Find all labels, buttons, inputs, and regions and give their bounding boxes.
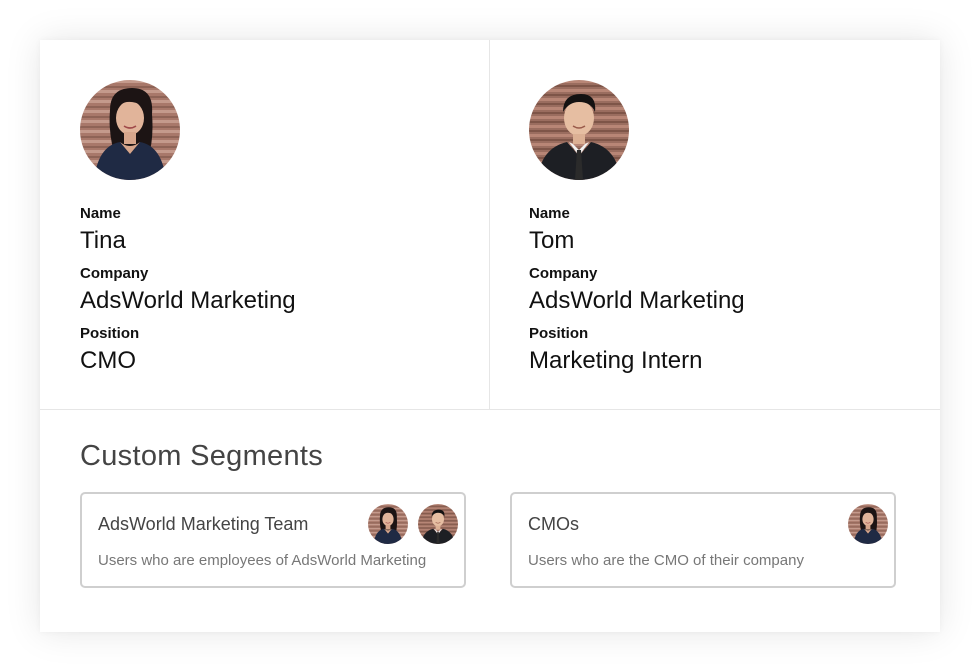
name-label: Name [529,205,570,222]
member-avatar-tina [368,504,408,544]
man-portrait-avatar [529,80,629,180]
segment-description: Users who are employees of AdsWorld Mark… [98,552,427,569]
name-value: Tom [529,227,575,254]
user-comparison-card: Name Tina Company AdsWorld Marketing Pos… [40,40,940,632]
name-value: Tina [80,227,126,254]
segment-description: Users who are the CMO of their company [528,552,804,569]
position-value: CMO [80,347,136,374]
company-value: AdsWorld Marketing [529,287,745,314]
member-avatar-tina [848,504,888,544]
segment-card-adsworld-team[interactable]: AdsWorld Marketing Team Users who are em… [80,492,466,588]
company-value: AdsWorld Marketing [80,287,296,314]
company-label: Company [80,265,149,282]
custom-segments-heading: Custom Segments [80,440,324,472]
woman-portrait-avatar [80,80,180,180]
position-label: Position [529,325,589,342]
position-value: Marketing Intern [529,347,703,374]
segment-card-cmos[interactable]: CMOs Users who are the CMO of their comp… [510,492,896,588]
segment-name: AdsWorld Marketing Team [98,514,309,534]
segment-name: CMOs [528,514,579,534]
name-label: Name [80,205,121,222]
position-label: Position [80,325,140,342]
profile-card-tom: Name Tom Company AdsWorld Marketing Posi… [489,40,940,409]
member-avatar-tom [418,504,458,544]
profile-card-tina: Name Tina Company AdsWorld Marketing Pos… [40,40,490,409]
company-label: Company [529,265,598,282]
profiles-row: Name Tina Company AdsWorld Marketing Pos… [40,40,940,410]
